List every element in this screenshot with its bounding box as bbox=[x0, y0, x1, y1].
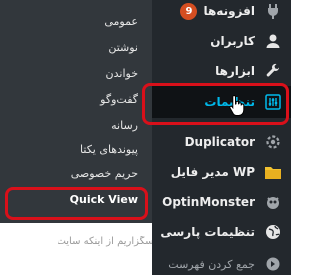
submenu-item-writing[interactable]: نوشتن bbox=[0, 35, 152, 59]
menu-item-label: کاربران bbox=[210, 34, 255, 48]
menu-item-parsi-settings[interactable]: تنظیمات پارسی bbox=[152, 216, 291, 248]
menu-item-label: افزونه‌ها bbox=[203, 4, 255, 18]
menu-item-optinmonster[interactable]: OptinMonster bbox=[152, 186, 291, 218]
submenu-item-label: Quick View bbox=[69, 192, 138, 206]
submenu-item-quick-view[interactable]: Quick View bbox=[0, 187, 152, 211]
collapse-menu-button[interactable]: جمع کردن فهرست bbox=[152, 248, 291, 280]
optinmonster-icon bbox=[263, 192, 283, 212]
submenu-item-reading[interactable]: خواندن bbox=[0, 61, 152, 85]
submenu-item-label: خواندن bbox=[105, 66, 138, 80]
menu-item-duplicator[interactable]: Duplicator bbox=[152, 126, 291, 158]
menu-item-label: تنظیمات پارسی bbox=[160, 225, 255, 239]
submenu-item-label: نوشتن bbox=[108, 40, 138, 54]
menu-item-label: WP مدیر فایل bbox=[170, 165, 255, 179]
submenu-item-label: حریم خصوصی bbox=[70, 166, 138, 180]
globe-icon bbox=[263, 222, 283, 242]
menu-item-plugins[interactable]: افزونه‌ها 9 bbox=[152, 0, 291, 27]
menu-item-wp-file-manager[interactable]: WP مدیر فایل bbox=[152, 156, 291, 188]
menu-item-label: OptinMonster bbox=[162, 195, 255, 209]
menu-item-label: ابزارها bbox=[215, 64, 255, 78]
submenu-item-label: رسانه bbox=[111, 118, 138, 132]
hand-cursor-icon bbox=[228, 94, 246, 116]
settings-submenu: عمومی نوشتن خواندن گفت‌وگو رسانه پیوندها… bbox=[0, 0, 152, 223]
submenu-item-media[interactable]: رسانه bbox=[0, 113, 152, 137]
submenu-item-general[interactable]: عمومی bbox=[0, 9, 152, 33]
submenu-item-label: پیوندهای یکتا bbox=[80, 142, 138, 156]
menu-item-label: Duplicator bbox=[184, 135, 255, 149]
menu-item-tools[interactable]: ابزارها bbox=[152, 55, 291, 87]
tools-icon bbox=[263, 61, 283, 81]
plugin-icon bbox=[263, 1, 283, 21]
duplicator-gear-icon bbox=[263, 132, 283, 152]
folder-icon bbox=[263, 162, 283, 182]
submenu-item-privacy[interactable]: حریم خصوصی bbox=[0, 161, 152, 185]
submenu-pointer bbox=[144, 94, 152, 110]
update-count-badge: 9 bbox=[180, 2, 198, 20]
submenu-item-label: گفت‌وگو bbox=[100, 92, 138, 106]
users-icon bbox=[263, 31, 283, 51]
submenu-item-permalinks[interactable]: پیوندهای یکتا bbox=[0, 137, 152, 161]
submenu-item-label: عمومی bbox=[104, 14, 138, 28]
submenu-item-discussion[interactable]: گفت‌وگو bbox=[0, 87, 152, 111]
menu-item-settings[interactable]: تنظیمات bbox=[144, 86, 291, 118]
menu-item-label: جمع کردن فهرست bbox=[168, 257, 255, 271]
admin-menu: افزونه‌ها 9 کاربران ابزارها تنظیمات Dupl… bbox=[144, 0, 291, 275]
collapse-icon bbox=[263, 254, 283, 274]
settings-icon bbox=[263, 92, 283, 112]
menu-item-users[interactable]: کاربران bbox=[152, 25, 291, 57]
